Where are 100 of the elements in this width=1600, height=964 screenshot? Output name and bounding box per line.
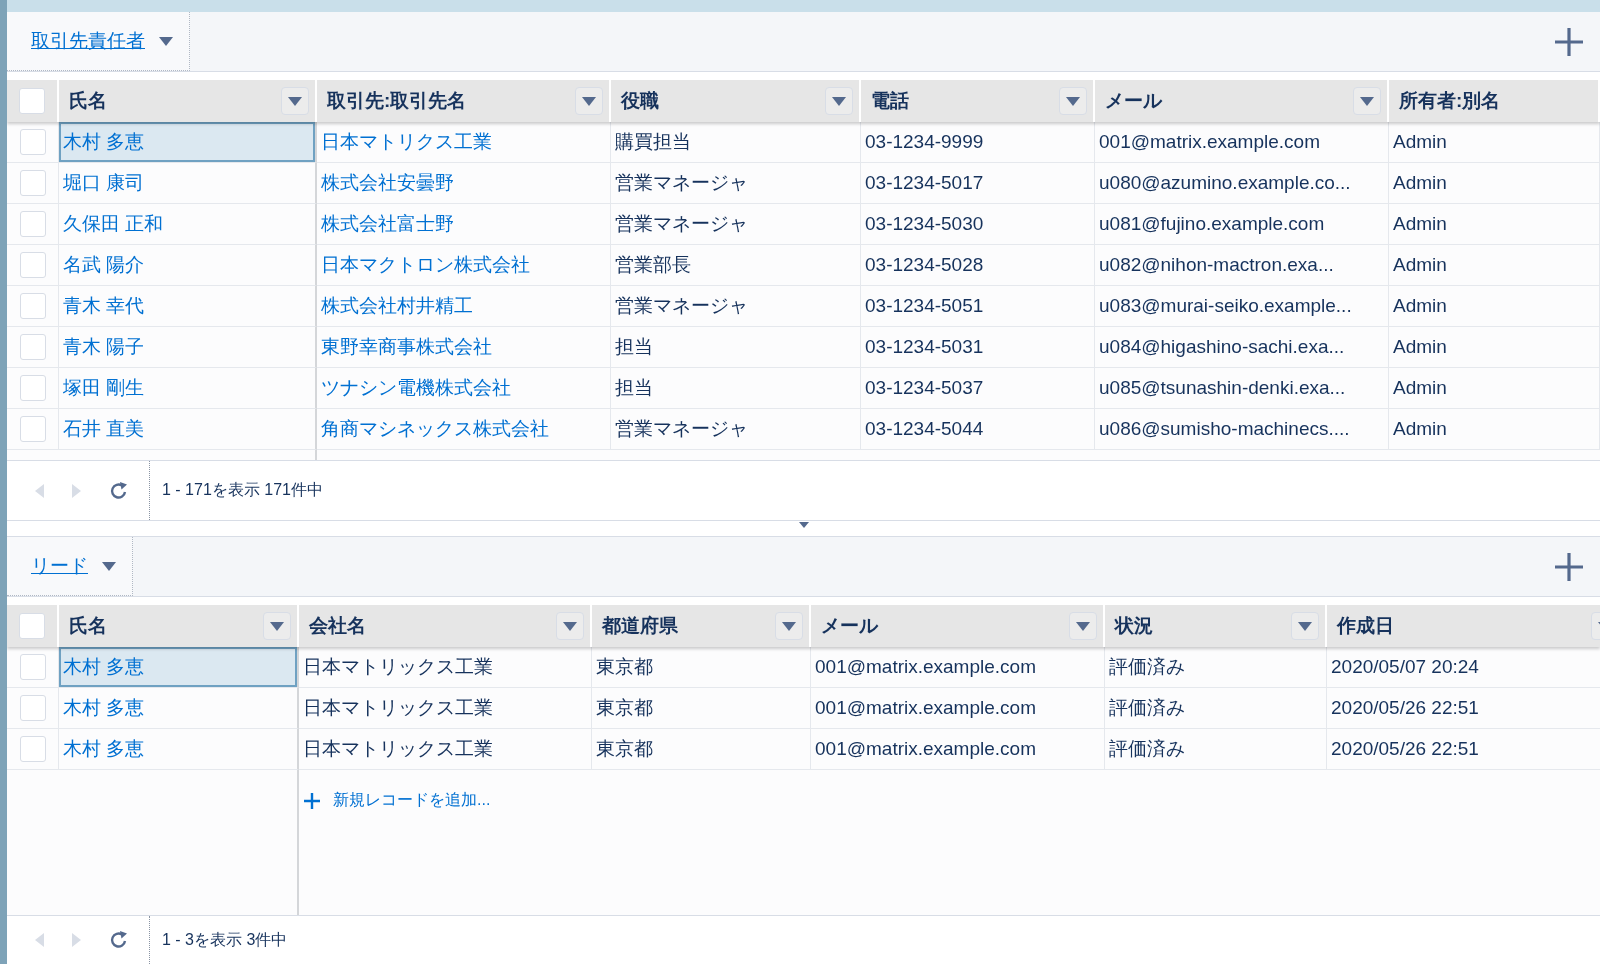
record-link[interactable]: 木村 多恵 xyxy=(59,729,299,770)
table-cell: 担当 xyxy=(611,327,861,368)
record-link[interactable]: 塚田 剛生 xyxy=(59,368,317,409)
table-cell: 001@matrix.example.com xyxy=(811,647,1105,688)
table-cell: u083@murai-seiko.example... xyxy=(1095,286,1389,327)
checkbox[interactable] xyxy=(19,170,46,196)
table-cell: Admin xyxy=(1389,368,1600,409)
table-cell: Admin xyxy=(1389,122,1600,163)
column-menu-button[interactable] xyxy=(556,612,584,640)
table-cell: 001@matrix.example.com xyxy=(811,688,1105,729)
refresh-icon[interactable] xyxy=(109,480,129,501)
object-tab[interactable]: リード xyxy=(7,537,133,596)
table-cell: 03-1234-5028 xyxy=(861,245,1095,286)
table-cell: 営業マネージャ xyxy=(611,163,861,204)
record-link[interactable]: 石井 直美 xyxy=(59,409,317,450)
record-link[interactable]: 青木 陽子 xyxy=(59,327,317,368)
column-label: 氏名 xyxy=(69,89,107,113)
checkbox[interactable] xyxy=(19,654,46,680)
record-link[interactable]: 株式会社村井精工 xyxy=(317,286,611,327)
record-link[interactable]: 堀口 康司 xyxy=(59,163,317,204)
checkbox[interactable] xyxy=(19,736,46,762)
table-cell: Admin xyxy=(1389,204,1600,245)
column-menu-button[interactable] xyxy=(1069,612,1097,640)
refresh-icon[interactable] xyxy=(109,930,129,950)
checkbox[interactable] xyxy=(19,695,46,721)
column-menu-button[interactable] xyxy=(825,87,853,115)
table-cell: 03-1234-5030 xyxy=(861,204,1095,245)
record-link[interactable]: 久保田 正和 xyxy=(59,204,317,245)
column-label: 所有者:別名 xyxy=(1399,89,1501,113)
column-menu-button[interactable] xyxy=(1353,87,1381,115)
column-label: 役職 xyxy=(621,89,659,113)
record-link[interactable]: ツナシン電機株式会社 xyxy=(317,368,611,409)
column-label: メール xyxy=(821,614,878,638)
checkbox[interactable] xyxy=(19,334,46,360)
checkbox[interactable] xyxy=(19,613,45,639)
caret-icon xyxy=(1076,621,1090,631)
previous-page-icon[interactable] xyxy=(33,482,45,499)
caret-icon xyxy=(1298,621,1312,631)
previous-page-icon[interactable] xyxy=(33,932,45,948)
column-menu-button[interactable] xyxy=(281,87,309,115)
checkbox[interactable] xyxy=(19,375,46,401)
plus-icon xyxy=(1554,551,1584,582)
pagination-summary: 1 - 3を表示 3件中 xyxy=(149,916,288,964)
column-menu-button[interactable] xyxy=(1059,87,1087,115)
record-link[interactable]: 名武 陽介 xyxy=(59,245,317,286)
record-link[interactable]: 日本マトリクス工業 xyxy=(317,122,611,163)
column-menu-button[interactable] xyxy=(775,612,803,640)
table-cell: 001@matrix.example.com xyxy=(811,729,1105,770)
table-cell: 001@matrix.example.com xyxy=(1095,122,1389,163)
record-link[interactable]: 株式会社富士野 xyxy=(317,204,611,245)
column-label: 都道府県 xyxy=(602,614,678,638)
column-label: メール xyxy=(1105,89,1162,113)
table-cell: 購買担当 xyxy=(611,122,861,163)
table-cell: Admin xyxy=(1389,409,1600,450)
record-link[interactable]: 木村 多恵 xyxy=(59,647,299,688)
table-cell: 日本マトリックス工業 xyxy=(299,729,592,770)
table-cell: 営業マネージャ xyxy=(611,409,861,450)
table-cell: 03-1234-9999 xyxy=(861,122,1095,163)
caret-icon xyxy=(832,96,846,106)
next-page-icon[interactable] xyxy=(71,932,83,948)
record-link[interactable]: 東野幸商事株式会社 xyxy=(317,327,611,368)
add-record-link[interactable]: 新規レコードを追加... xyxy=(303,790,491,811)
column-label: 状況 xyxy=(1115,614,1153,638)
table-cell: 日本マトリックス工業 xyxy=(299,688,592,729)
table-cell: 評価済み xyxy=(1105,688,1327,729)
checkbox[interactable] xyxy=(19,211,46,237)
table-cell: Admin xyxy=(1389,163,1600,204)
table-cell: 03-1234-5044 xyxy=(861,409,1095,450)
record-link[interactable]: 木村 多恵 xyxy=(59,688,299,729)
checkbox[interactable] xyxy=(19,88,45,114)
column-menu-button[interactable] xyxy=(575,87,603,115)
checkbox[interactable] xyxy=(19,416,46,442)
column-menu-button[interactable] xyxy=(1291,612,1319,640)
column-label: 電話 xyxy=(871,89,909,113)
checkbox[interactable] xyxy=(19,129,46,155)
record-link[interactable]: 青木 幸代 xyxy=(59,286,317,327)
table-cell: 日本マトリックス工業 xyxy=(299,647,592,688)
caret-icon xyxy=(288,96,302,106)
table-cell: 2020/05/07 20:24 xyxy=(1327,647,1600,688)
table-cell: 営業マネージャ xyxy=(611,286,861,327)
record-link[interactable]: 角商マシネックス株式会社 xyxy=(317,409,611,450)
splitter-caret-icon[interactable] xyxy=(798,522,809,528)
checkbox[interactable] xyxy=(19,252,46,278)
column-label: 作成日 xyxy=(1337,614,1394,638)
checkbox[interactable] xyxy=(19,293,46,319)
column-menu-button[interactable] xyxy=(263,612,291,640)
column-label: 氏名 xyxy=(69,614,107,638)
caret-icon xyxy=(1360,96,1374,106)
table-cell: 2020/05/26 22:51 xyxy=(1327,729,1600,770)
table-cell: 03-1234-5017 xyxy=(861,163,1095,204)
record-link[interactable]: 株式会社安曇野 xyxy=(317,163,611,204)
object-tab[interactable]: 取引先責任者 xyxy=(7,12,190,71)
record-link[interactable]: 日本マクトロン株式会社 xyxy=(317,245,611,286)
next-page-icon[interactable] xyxy=(71,482,83,499)
caret-icon xyxy=(563,621,577,631)
table-cell: Admin xyxy=(1389,327,1600,368)
table-cell: u080@azumino.example.co... xyxy=(1095,163,1389,204)
table-cell: 03-1234-5031 xyxy=(861,327,1095,368)
table-cell: 2020/05/26 22:51 xyxy=(1327,688,1600,729)
record-link[interactable]: 木村 多恵 xyxy=(59,122,317,163)
